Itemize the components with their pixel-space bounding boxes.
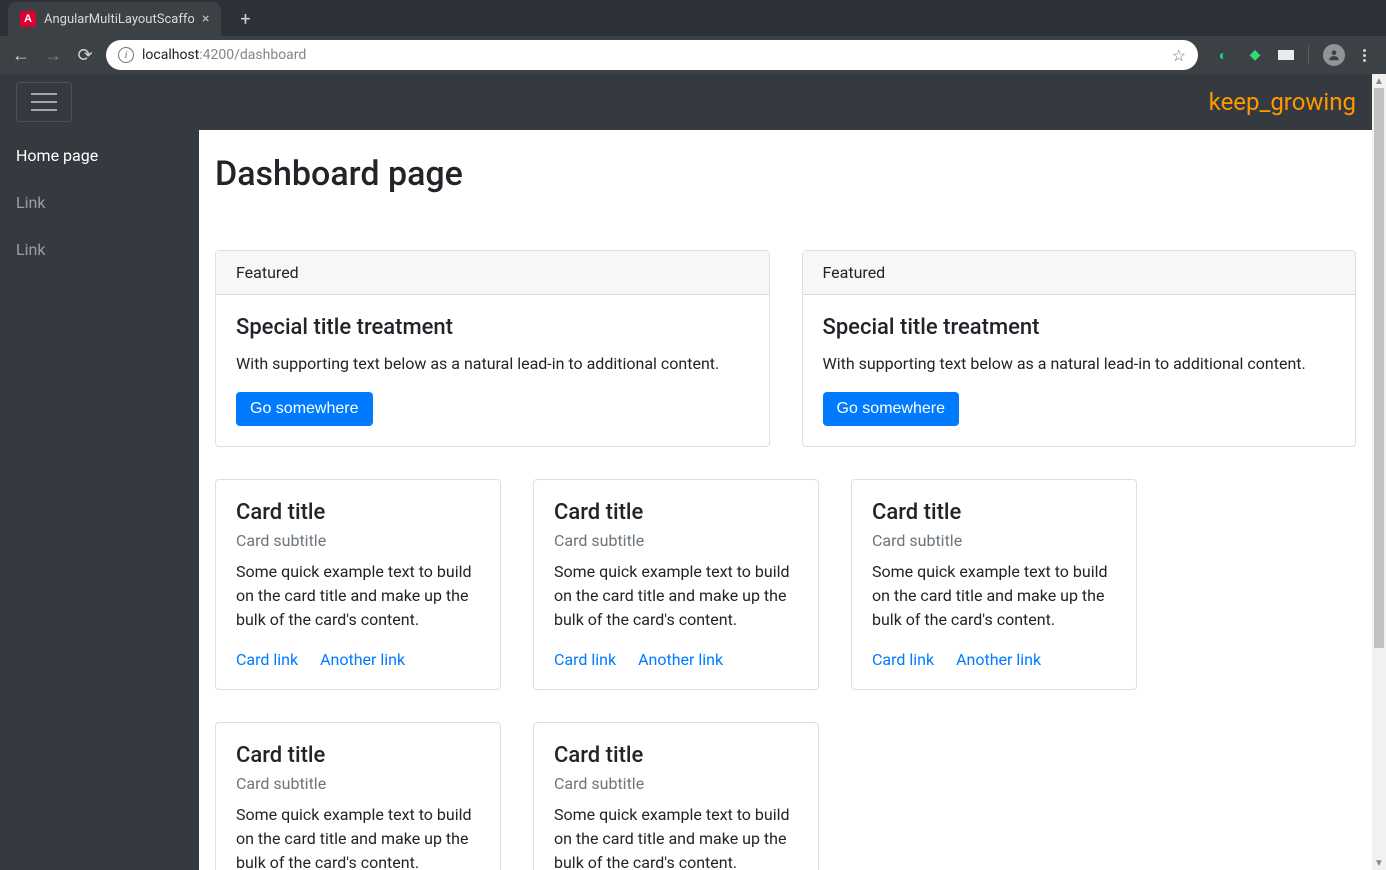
- small-card: Card title Card subtitle Some quick exam…: [851, 479, 1137, 690]
- go-somewhere-button[interactable]: Go somewhere: [823, 392, 960, 426]
- browser-tab[interactable]: A AngularMultiLayoutScaffoldi ×: [8, 2, 221, 36]
- card-text: Some quick example text to build on the …: [872, 560, 1116, 632]
- card-subtitle: Card subtitle: [236, 774, 480, 793]
- back-icon[interactable]: ←: [10, 45, 32, 66]
- scroll-up-icon[interactable]: ▲: [1372, 74, 1386, 88]
- page-viewport: keep_growing Home page Link Link Dashboa…: [0, 74, 1386, 870]
- new-tab-button[interactable]: +: [231, 5, 259, 33]
- card-text: Some quick example text to build on the …: [236, 803, 480, 870]
- card-link-1[interactable]: Card link: [872, 650, 934, 669]
- close-tab-icon[interactable]: ×: [202, 11, 209, 27]
- card-link-1[interactable]: Card link: [236, 650, 298, 669]
- card-title: Special title treatment: [823, 315, 1336, 340]
- main-content: Dashboard page Featured Special title tr…: [199, 130, 1372, 870]
- toolbar-divider: [1308, 45, 1309, 65]
- hamburger-icon: [29, 90, 59, 114]
- app-header: keep_growing: [0, 74, 1372, 130]
- scroll-down-icon[interactable]: ▼: [1372, 856, 1386, 870]
- card-title: Card title: [872, 500, 1116, 525]
- go-somewhere-button[interactable]: Go somewhere: [236, 392, 373, 426]
- sidebar-item-link-1[interactable]: Link: [16, 193, 183, 212]
- card-text: Some quick example text to build on the …: [554, 560, 798, 632]
- tab-title: AngularMultiLayoutScaffoldi: [44, 12, 194, 27]
- card-header: Featured: [216, 251, 769, 295]
- small-card: Card title Card subtitle Some quick exam…: [533, 722, 819, 870]
- extension-2-icon[interactable]: ◆: [1246, 46, 1264, 64]
- scrollbar-thumb[interactable]: [1374, 88, 1384, 648]
- card-title: Card title: [236, 743, 480, 768]
- card-text: With supporting text below as a natural …: [236, 352, 749, 376]
- card-title: Special title treatment: [236, 315, 749, 340]
- card-text: Some quick example text to build on the …: [236, 560, 480, 632]
- page-title: Dashboard page: [215, 154, 1356, 194]
- card-text: Some quick example text to build on the …: [554, 803, 798, 870]
- vertical-scrollbar[interactable]: ▲ ▼: [1372, 74, 1386, 870]
- sidebar: Home page Link Link: [0, 130, 199, 870]
- browser-tab-strip: A AngularMultiLayoutScaffoldi × +: [0, 0, 1386, 36]
- address-bar[interactable]: i localhost:4200/dashboard ☆: [106, 40, 1198, 70]
- card-header: Featured: [803, 251, 1356, 295]
- card-subtitle: Card subtitle: [554, 531, 798, 550]
- card-link-2[interactable]: Another link: [956, 650, 1041, 669]
- browser-menu-icon[interactable]: [1359, 49, 1370, 62]
- featured-card: Featured Special title treatment With su…: [215, 250, 770, 447]
- card-title: Card title: [236, 500, 480, 525]
- sidebar-item-link-2[interactable]: Link: [16, 240, 183, 259]
- card-title: Card title: [554, 500, 798, 525]
- angular-favicon-icon: A: [20, 11, 36, 27]
- site-info-icon[interactable]: i: [118, 47, 134, 63]
- card-subtitle: Card subtitle: [554, 774, 798, 793]
- card-subtitle: Card subtitle: [872, 531, 1116, 550]
- profile-icon[interactable]: [1323, 44, 1345, 66]
- bookmark-star-icon[interactable]: ☆: [1172, 46, 1186, 65]
- hamburger-menu-button[interactable]: [16, 82, 72, 122]
- sidebar-item-home[interactable]: Home page: [16, 146, 183, 165]
- card-link-2[interactable]: Another link: [638, 650, 723, 669]
- url-host: localhost:4200/dashboard: [142, 47, 306, 63]
- small-card: Card title Card subtitle Some quick exam…: [215, 479, 501, 690]
- reload-icon[interactable]: ⟳: [74, 45, 96, 66]
- extension-1-icon[interactable]: ◐: [1214, 46, 1232, 64]
- featured-card: Featured Special title treatment With su…: [802, 250, 1357, 447]
- card-title: Card title: [554, 743, 798, 768]
- card-link-1[interactable]: Card link: [554, 650, 616, 669]
- small-card: Card title Card subtitle Some quick exam…: [215, 722, 501, 870]
- card-text: With supporting text below as a natural …: [823, 352, 1336, 376]
- forward-icon[interactable]: →: [42, 45, 64, 66]
- small-card: Card title Card subtitle Some quick exam…: [533, 479, 819, 690]
- browser-toolbar: ← → ⟳ i localhost:4200/dashboard ☆ ◐ ◆: [0, 36, 1386, 74]
- extension-3-icon[interactable]: [1278, 50, 1294, 60]
- extension-icons: ◐ ◆: [1208, 44, 1376, 66]
- card-subtitle: Card subtitle: [236, 531, 480, 550]
- card-link-2[interactable]: Another link: [320, 650, 405, 669]
- brand-label[interactable]: keep_growing: [1209, 88, 1356, 116]
